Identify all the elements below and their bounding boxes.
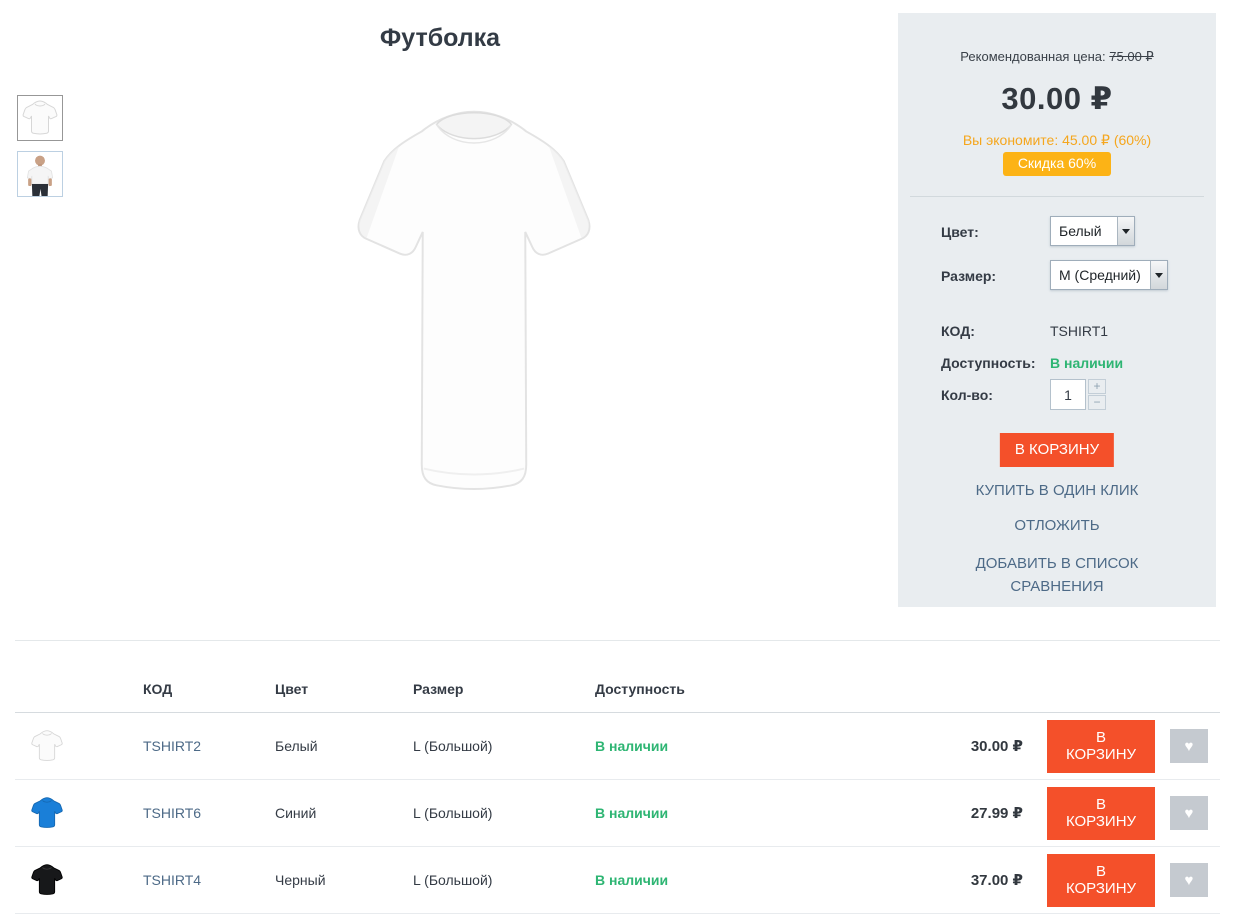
quantity-label: Кол-во: [941,387,993,403]
wishlist-heart-button[interactable]: ♥ [1170,729,1208,763]
wishlist-heart-button[interactable]: ♥ [1170,863,1208,897]
size-option-label: Размер: [941,268,996,284]
chevron-down-icon [1150,261,1167,289]
product-price: 30.00 ₽ [898,81,1216,117]
header-color: Цвет [275,681,413,712]
variant-thumbnail[interactable] [15,862,143,898]
model-wearing-tshirt-thumbnail[interactable] [17,151,63,197]
color-option-label: Цвет: [941,224,979,240]
variant-color: Белый [275,738,413,754]
variant-price: 30.00 ₽ [800,737,1035,755]
add-to-cart-button[interactable]: В КОРЗИНУ [1000,433,1114,467]
heart-icon: ♥ [1185,806,1194,821]
variant-code-link[interactable]: TSHIRT4 [143,872,201,888]
variant-availability: В наличии [595,805,800,821]
variant-color: Черный [275,872,413,888]
plus-icon[interactable]: + [1088,379,1106,394]
heart-icon: ♥ [1185,739,1194,754]
recommended-price-value: 75.00 ₽ [1109,49,1153,64]
tshirt-image [326,92,622,506]
recommended-price-label: Рекомендованная цена: [960,49,1105,64]
chevron-down-icon [1117,217,1134,245]
recommended-price-line: Рекомендованная цена: 75.00 ₽ [898,49,1216,65]
discount-badge-wrap: Скидка 60% [898,152,1216,176]
variants-table: КОД Цвет Размер Доступность TSHIRT2 Белы… [15,640,1220,914]
discount-badge: Скидка 60% [1003,152,1111,176]
variant-price: 27.99 ₽ [800,804,1035,822]
table-row: TSHIRT4 Черный L (Большой) В наличии 37.… [15,847,1220,914]
variant-availability: В наличии [595,738,800,754]
divider [910,196,1204,197]
blue-tshirt-icon [29,795,65,831]
add-to-cart-button[interactable]: В КОРЗИНУ [1047,787,1155,840]
wishlist-heart-button[interactable]: ♥ [1170,796,1208,830]
color-select-value: Белый [1051,223,1117,239]
code-value: TSHIRT1 [1050,323,1108,339]
thumbnail-list [17,95,63,207]
model-photo-icon [18,152,62,196]
variant-code-link[interactable]: TSHIRT2 [143,738,201,754]
variant-availability: В наличии [595,872,800,888]
header-code: КОД [143,681,275,712]
black-tshirt-icon [29,862,65,898]
table-row: TSHIRT6 Синий L (Большой) В наличии 27.9… [15,780,1220,847]
quantity-input[interactable] [1050,379,1086,410]
savings-text: Вы экономите: 45.00 ₽ (60%) [898,132,1216,149]
variant-size: L (Большой) [413,805,595,821]
page-title: Футболка [0,24,880,53]
wishlist-link[interactable]: ОТЛОЖИТЬ [898,517,1216,534]
product-page: Футболка [0,0,1235,920]
compare-link[interactable]: ДОБАВИТЬ В СПИСОК СРАВНЕНИЯ [942,552,1172,598]
variants-table-header: КОД Цвет Размер Доступность [15,641,1220,713]
availability-value: В наличии [1050,355,1123,371]
size-select-value: М (Средний) [1051,267,1150,283]
tshirt-icon [20,98,60,138]
header-image-col [15,697,143,712]
size-select[interactable]: М (Средний) [1050,260,1168,290]
variant-thumbnail[interactable] [15,728,143,764]
availability-label: Доступность: [941,355,1035,371]
variant-size: L (Большой) [413,738,595,754]
main-product-image[interactable] [326,92,622,506]
white-tshirt-icon [29,728,65,764]
minus-icon[interactable]: − [1088,395,1106,410]
variant-thumbnail[interactable] [15,795,143,831]
add-to-cart-button[interactable]: В КОРЗИНУ [1047,720,1155,773]
variant-price: 37.00 ₽ [800,871,1035,889]
heart-icon: ♥ [1185,873,1194,888]
table-row: TSHIRT2 Белый L (Большой) В наличии 30.0… [15,713,1220,780]
color-select[interactable]: Белый [1050,216,1135,246]
buy-one-click-link[interactable]: КУПИТЬ В ОДИН КЛИК [898,482,1216,499]
header-availability: Доступность [595,681,800,712]
variant-size: L (Большой) [413,872,595,888]
header-size: Размер [413,681,595,712]
code-label: КОД: [941,323,975,339]
variant-code-link[interactable]: TSHIRT6 [143,805,201,821]
add-to-cart-button[interactable]: В КОРЗИНУ [1047,854,1155,907]
purchase-panel: Рекомендованная цена: 75.00 ₽ 30.00 ₽ Вы… [898,13,1216,607]
white-tshirt-thumbnail[interactable] [17,95,63,141]
variant-color: Синий [275,805,413,821]
